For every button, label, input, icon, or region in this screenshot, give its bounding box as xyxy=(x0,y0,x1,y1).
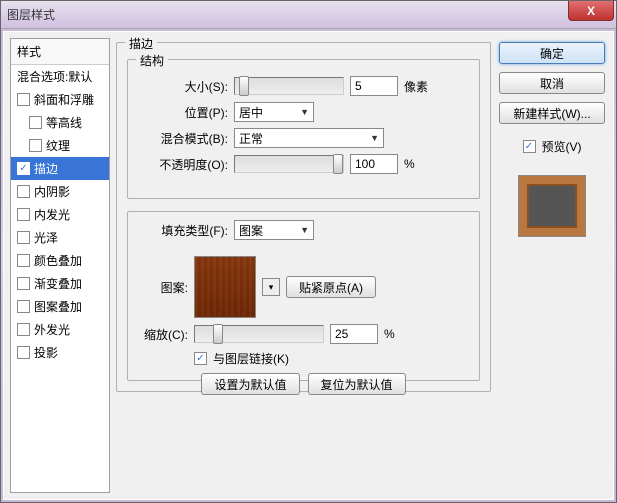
size-input[interactable] xyxy=(350,76,398,96)
position-select[interactable]: 居中 xyxy=(234,102,314,122)
opacity-label: 不透明度(O): xyxy=(138,156,228,173)
fill-type-label: 填充类型(F): xyxy=(138,222,228,239)
scale-slider[interactable] xyxy=(194,325,324,343)
style-checkbox[interactable] xyxy=(17,208,30,221)
new-style-button[interactable]: 新建样式(W)... xyxy=(499,102,605,124)
style-item-label: 渐变叠加 xyxy=(34,275,82,292)
set-default-button[interactable]: 设置为默认值 xyxy=(201,373,299,395)
window-title: 图层样式 xyxy=(7,6,55,23)
pattern-dropdown-icon[interactable]: ▾ xyxy=(262,278,280,296)
style-item-7[interactable]: 光泽 xyxy=(11,226,109,249)
style-item-label: 描边 xyxy=(34,160,58,177)
close-icon: X xyxy=(587,4,595,18)
pattern-preview[interactable] xyxy=(194,256,256,318)
style-item-label: 颜色叠加 xyxy=(34,252,82,269)
style-item-1[interactable]: 斜面和浮雕 xyxy=(11,88,109,111)
size-label: 大小(S): xyxy=(138,78,228,95)
styles-panel: 样式 混合选项:默认斜面和浮雕等高线纹理 ✓ 描边内阴影内发光光泽颜色叠加渐变叠加图… xyxy=(10,38,110,493)
style-checkbox[interactable] xyxy=(17,346,30,359)
reset-default-button[interactable]: 复位为默认值 xyxy=(308,373,406,395)
blend-select[interactable]: 正常 xyxy=(234,128,384,148)
style-checkbox[interactable] xyxy=(17,277,30,290)
scale-unit: % xyxy=(384,327,395,341)
preview-label: 预览(V) xyxy=(542,138,582,155)
style-item-5[interactable]: 内阴影 xyxy=(11,180,109,203)
style-item-8[interactable]: 颜色叠加 xyxy=(11,249,109,272)
style-checkbox[interactable] xyxy=(17,323,30,336)
action-panel: 确定 取消 新建样式(W)... ✓ 预览(V) xyxy=(497,38,607,493)
scale-label: 缩放(C): xyxy=(138,326,188,343)
style-item-6[interactable]: 内发光 xyxy=(11,203,109,226)
style-item-9[interactable]: 渐变叠加 xyxy=(11,272,109,295)
style-checkbox[interactable] xyxy=(17,231,30,244)
style-checkbox[interactable]: ✓ xyxy=(17,162,30,175)
style-item-label: 外发光 xyxy=(34,321,70,338)
style-item-label: 光泽 xyxy=(34,229,58,246)
cancel-button[interactable]: 取消 xyxy=(499,72,605,94)
link-layer-label: 与图层链接(K) xyxy=(213,350,289,367)
slider-thumb[interactable] xyxy=(213,324,223,344)
style-checkbox[interactable] xyxy=(17,254,30,267)
style-checkbox[interactable] xyxy=(17,185,30,198)
titlebar[interactable]: 图层样式 X xyxy=(1,1,616,29)
style-item-4[interactable]: ✓ 描边 xyxy=(11,157,109,180)
stroke-group: 描边 结构 大小(S): 像素 位置(P): 居中 混合模式(B): xyxy=(116,42,491,392)
size-unit: 像素 xyxy=(404,78,428,95)
style-item-3[interactable]: 纹理 xyxy=(11,134,109,157)
structure-group-title: 结构 xyxy=(136,52,168,69)
preview-swatch-inner xyxy=(527,184,577,228)
styles-list: 混合选项:默认斜面和浮雕等高线纹理 ✓ 描边内阴影内发光光泽颜色叠加渐变叠加图案叠加… xyxy=(11,65,109,492)
style-item-label: 混合选项:默认 xyxy=(17,68,92,85)
blend-label: 混合模式(B): xyxy=(138,130,228,147)
link-layer-checkbox[interactable]: ✓ xyxy=(194,352,207,365)
style-item-11[interactable]: 外发光 xyxy=(11,318,109,341)
dialog-body: 样式 混合选项:默认斜面和浮雕等高线纹理✓描边内阴影内发光光泽颜色叠加渐变叠加图… xyxy=(3,31,614,500)
snap-origin-button[interactable]: 贴紧原点(A) xyxy=(286,276,376,298)
opacity-unit: % xyxy=(404,157,415,171)
position-label: 位置(P): xyxy=(138,104,228,121)
ok-button[interactable]: 确定 xyxy=(499,42,605,64)
size-slider[interactable] xyxy=(234,77,344,95)
style-item-label: 纹理 xyxy=(46,137,70,154)
style-checkbox[interactable] xyxy=(17,300,30,313)
style-item-2[interactable]: 等高线 xyxy=(11,111,109,134)
opacity-slider[interactable] xyxy=(234,155,344,173)
style-item-12[interactable]: 投影 xyxy=(11,341,109,364)
style-item-label: 等高线 xyxy=(46,114,82,131)
style-item-label: 内阴影 xyxy=(34,183,70,200)
style-item-label: 斜面和浮雕 xyxy=(34,91,94,108)
stroke-group-title: 描边 xyxy=(125,35,157,52)
fill-group: 填充类型(F): 图案 图案: ▾ 贴紧原点(A) 缩放(C): % xyxy=(127,211,480,381)
style-checkbox[interactable] xyxy=(29,116,42,129)
style-item-10[interactable]: 图案叠加 xyxy=(11,295,109,318)
pattern-label: 图案: xyxy=(138,279,188,296)
style-checkbox[interactable] xyxy=(29,139,42,152)
preview-checkbox[interactable]: ✓ xyxy=(523,140,536,153)
fill-type-select[interactable]: 图案 xyxy=(234,220,314,240)
style-item-0[interactable]: 混合选项:默认 xyxy=(11,65,109,88)
scale-input[interactable] xyxy=(330,324,378,344)
styles-header: 样式 xyxy=(11,39,109,65)
style-checkbox[interactable] xyxy=(17,93,30,106)
style-item-label: 内发光 xyxy=(34,206,70,223)
options-panel: 描边 结构 大小(S): 像素 位置(P): 居中 混合模式(B): xyxy=(116,38,491,493)
preview-swatch xyxy=(518,175,586,237)
opacity-input[interactable] xyxy=(350,154,398,174)
close-button[interactable]: X xyxy=(568,1,614,21)
style-item-label: 投影 xyxy=(34,344,58,361)
structure-group: 结构 大小(S): 像素 位置(P): 居中 混合模式(B): 正常 xyxy=(127,59,480,199)
style-item-label: 图案叠加 xyxy=(34,298,82,315)
slider-thumb[interactable] xyxy=(239,76,249,96)
slider-thumb[interactable] xyxy=(333,154,343,174)
dialog-window: 图层样式 X 样式 混合选项:默认斜面和浮雕等高线纹理 ✓ 描边内阴影内发光光泽颜色… xyxy=(0,0,617,503)
